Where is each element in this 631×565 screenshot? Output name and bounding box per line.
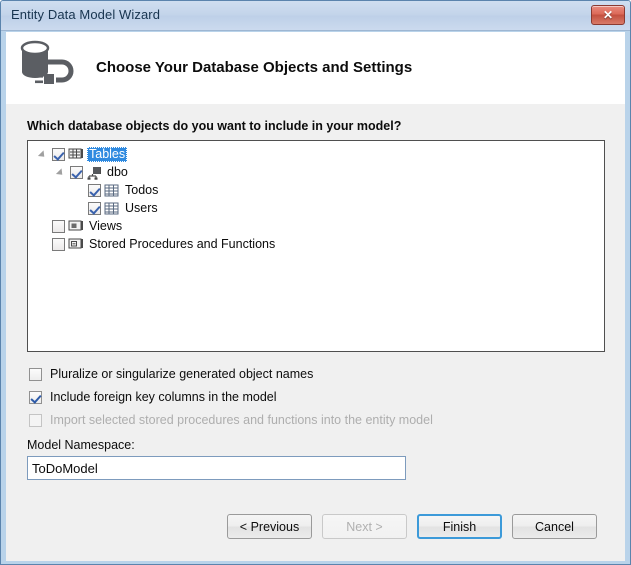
- wizard-body: Which database objects do you want to in…: [6, 104, 625, 561]
- option-pluralize[interactable]: Pluralize or singularize generated objec…: [29, 367, 313, 381]
- tree-node-checkbox[interactable]: [52, 147, 65, 161]
- previous-button[interactable]: < Previous: [227, 514, 312, 539]
- table-grid-icon: [103, 183, 120, 198]
- tree-node-checkbox[interactable]: [70, 165, 83, 179]
- model-namespace-input[interactable]: [27, 456, 406, 480]
- wizard-window: Entity Data Model Wizard ✕ Choose Your D…: [0, 0, 631, 565]
- tables-folder-icon: [67, 147, 84, 162]
- option-import-stored-procedures: Import selected stored procedures and fu…: [29, 413, 433, 427]
- finish-button[interactable]: Finish: [417, 514, 502, 539]
- expander-placeholder: [72, 200, 88, 216]
- tree-node-label: Stored Procedures and Functions: [89, 236, 276, 251]
- option-foreign-keys[interactable]: Include foreign key columns in the model: [29, 390, 277, 404]
- option-import-stored-procedures-label: Import selected stored procedures and fu…: [50, 413, 433, 427]
- window-title: Entity Data Model Wizard: [11, 7, 161, 22]
- tree-node-label: Tables: [87, 146, 128, 162]
- option-pluralize-label: Pluralize or singularize generated objec…: [50, 367, 314, 381]
- expander-placeholder: [72, 182, 88, 198]
- close-button[interactable]: ✕: [591, 5, 625, 25]
- database-plug-icon: [14, 36, 82, 100]
- tree-node-checkbox[interactable]: [52, 237, 65, 251]
- wizard-header: Choose Your Database Objects and Setting…: [6, 32, 625, 104]
- table-grid-icon: [103, 201, 120, 216]
- views-folder-icon: [67, 219, 84, 234]
- tree-node-checkbox[interactable]: [52, 219, 65, 233]
- expander-open-icon[interactable]: [36, 146, 52, 162]
- tree-node-checkbox[interactable]: [88, 201, 101, 215]
- tree-node-label: Views: [89, 218, 123, 233]
- close-icon: ✕: [602, 8, 614, 22]
- question-label: Which database objects do you want to in…: [27, 119, 402, 133]
- tree-node-tables[interactable]: Tables: [28, 145, 604, 163]
- tree-node-label: dbo: [107, 164, 128, 179]
- title-bar: Entity Data Model Wizard ✕: [1, 1, 630, 31]
- stored-procedures-folder-icon: [67, 237, 84, 252]
- option-import-stored-procedures-checkbox: [29, 413, 42, 427]
- schema-icon: [85, 165, 102, 180]
- cancel-button[interactable]: Cancel: [512, 514, 597, 539]
- tree-node-users[interactable]: Users: [28, 199, 604, 217]
- option-foreign-keys-checkbox[interactable]: [29, 390, 42, 404]
- expander-placeholder: [36, 236, 52, 252]
- tree-node-label: Todos: [125, 182, 159, 197]
- database-objects-tree[interactable]: Tables dbo Todos Users Views Stored Procedure…: [27, 140, 605, 352]
- tree-node-todos[interactable]: Todos: [28, 181, 604, 199]
- option-pluralize-checkbox[interactable]: [29, 367, 42, 381]
- expander-placeholder: [36, 218, 52, 234]
- tree-node-checkbox[interactable]: [88, 183, 101, 197]
- tree-node-dbo[interactable]: dbo: [28, 163, 604, 181]
- page-title: Choose Your Database Objects and Setting…: [96, 59, 413, 76]
- tree-node-stored-procedures-and-functions[interactable]: Stored Procedures and Functions: [28, 235, 604, 253]
- expander-open-icon[interactable]: [54, 164, 70, 180]
- tree-node-label: Users: [125, 200, 158, 215]
- tree-node-views[interactable]: Views: [28, 217, 604, 235]
- model-namespace-label: Model Namespace:: [27, 438, 135, 452]
- next-button: Next >: [322, 514, 407, 539]
- option-foreign-keys-label: Include foreign key columns in the model: [50, 390, 277, 404]
